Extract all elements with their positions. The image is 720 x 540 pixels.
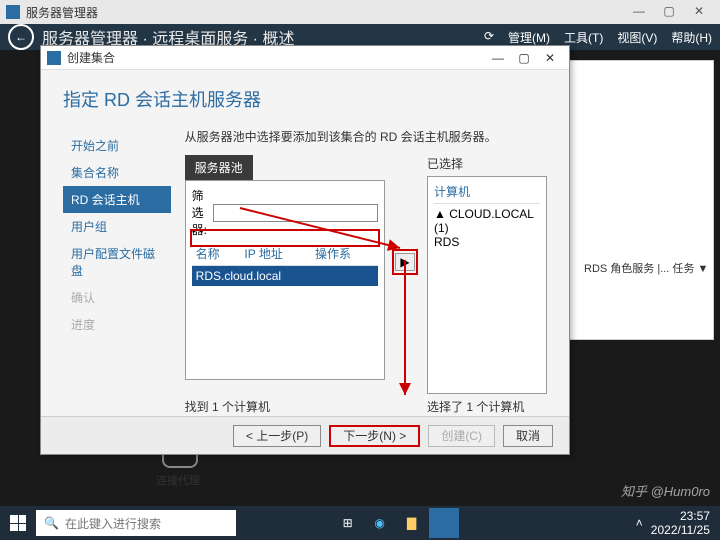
dialog-heading: 指定 RD 会话主机服务器 — [63, 86, 547, 112]
dialog-close[interactable]: ✕ — [537, 51, 563, 65]
step-collection[interactable]: 集合名称 — [63, 159, 171, 186]
taskbar: 🔍 在此键入进行搜索 ⊞ ◉ ▇ ˄ 23:57 2022/11/25 — [0, 506, 720, 540]
clock-date[interactable]: 2022/11/25 — [651, 523, 710, 537]
maximize-button[interactable]: ▢ — [654, 2, 684, 22]
server-manager-icon[interactable] — [429, 508, 459, 538]
filter-input[interactable] — [213, 204, 378, 222]
selected-label: 已选择 — [427, 155, 547, 172]
create-collection-dialog: 创建集合 — ▢ ✕ 指定 RD 会话主机服务器 开始之前 集合名称 RD 会话… — [40, 45, 570, 455]
wizard-steps: 开始之前 集合名称 RD 会话主机 用户组 用户配置文件磁盘 确认 进度 — [63, 128, 171, 415]
close-button[interactable]: ✕ — [684, 2, 714, 22]
pool-count: 找到 1 个计算机 — [185, 398, 427, 415]
background-panel — [554, 60, 714, 340]
create-button: 创建(C) — [428, 425, 495, 447]
prev-button[interactable]: < 上一步(P) — [233, 425, 321, 447]
dialog-maximize[interactable]: ▢ — [511, 51, 537, 65]
selected-count: 选择了 1 个计算机 — [427, 398, 547, 415]
next-button[interactable]: 下一步(N) > — [329, 425, 420, 447]
step-progress: 进度 — [63, 311, 171, 338]
selected-server[interactable]: RDS — [434, 235, 540, 249]
tray-up-icon[interactable]: ˄ — [636, 516, 643, 530]
server-name: RDS.cloud.local — [192, 266, 378, 287]
menu-help[interactable]: 帮助(H) — [671, 29, 712, 46]
dialog-description: 从服务器池中选择要添加到该集合的 RD 会话主机服务器。 — [185, 128, 547, 145]
app-icon — [6, 5, 20, 19]
search-placeholder: 在此键入进行搜索 — [65, 515, 161, 532]
step-usergroup[interactable]: 用户组 — [63, 213, 171, 240]
rds-role-label: RDS 角色服务 |... 任务 ▼ — [584, 260, 712, 276]
selected-col-computer: 计算机 — [434, 183, 540, 204]
broker-label: 连接代理 — [150, 472, 390, 488]
step-rdhost[interactable]: RD 会话主机 — [63, 186, 171, 213]
annotation-box-row — [190, 229, 380, 247]
app-title: 服务器管理器 — [26, 4, 624, 21]
edge-icon[interactable]: ◉ — [365, 508, 395, 538]
search-icon: 🔍 — [44, 516, 59, 530]
dialog-title: 创建集合 — [67, 49, 485, 66]
menu-manage[interactable]: 管理(M) — [508, 29, 550, 46]
back-button[interactable]: ← — [8, 24, 34, 50]
task-view-icon[interactable]: ⊞ — [333, 508, 363, 538]
server-pool-box: 筛选器: 名称 IP 地址 操作系 RDS.cloud.lo — [185, 180, 385, 380]
app-titlebar: 服务器管理器 — ▢ ✕ — [0, 0, 720, 24]
menu-view[interactable]: 视图(V) — [617, 29, 657, 46]
step-userprofile[interactable]: 用户配置文件磁盘 — [63, 240, 171, 284]
step-confirm: 确认 — [63, 284, 171, 311]
selected-box: 计算机 ▲ CLOUD.LOCAL (1) RDS — [427, 176, 547, 394]
menu-tools[interactable]: 工具(T) — [564, 29, 603, 46]
server-row[interactable]: RDS.cloud.local — [192, 266, 378, 287]
taskbar-search[interactable]: 🔍 在此键入进行搜索 — [36, 510, 236, 536]
start-button[interactable] — [0, 506, 36, 540]
watermark: 知乎 @Hum0ro — [621, 481, 710, 500]
clock-time[interactable]: 23:57 — [651, 509, 710, 523]
refresh-icon[interactable]: ⟳ — [484, 29, 494, 46]
step-before[interactable]: 开始之前 — [63, 132, 171, 159]
dialog-footer: < 上一步(P) 下一步(N) > 创建(C) 取消 — [41, 416, 569, 454]
dialog-titlebar: 创建集合 — ▢ ✕ — [41, 46, 569, 70]
cancel-button[interactable]: 取消 — [503, 425, 553, 447]
annotation-box-add — [392, 249, 418, 275]
dialog-minimize[interactable]: — — [485, 51, 511, 65]
minimize-button[interactable]: — — [624, 2, 654, 22]
explorer-icon[interactable]: ▇ — [397, 508, 427, 538]
server-pool-tab[interactable]: 服务器池 — [185, 155, 253, 180]
selected-domain[interactable]: ▲ CLOUD.LOCAL (1) — [434, 207, 540, 235]
dialog-icon — [47, 51, 61, 65]
